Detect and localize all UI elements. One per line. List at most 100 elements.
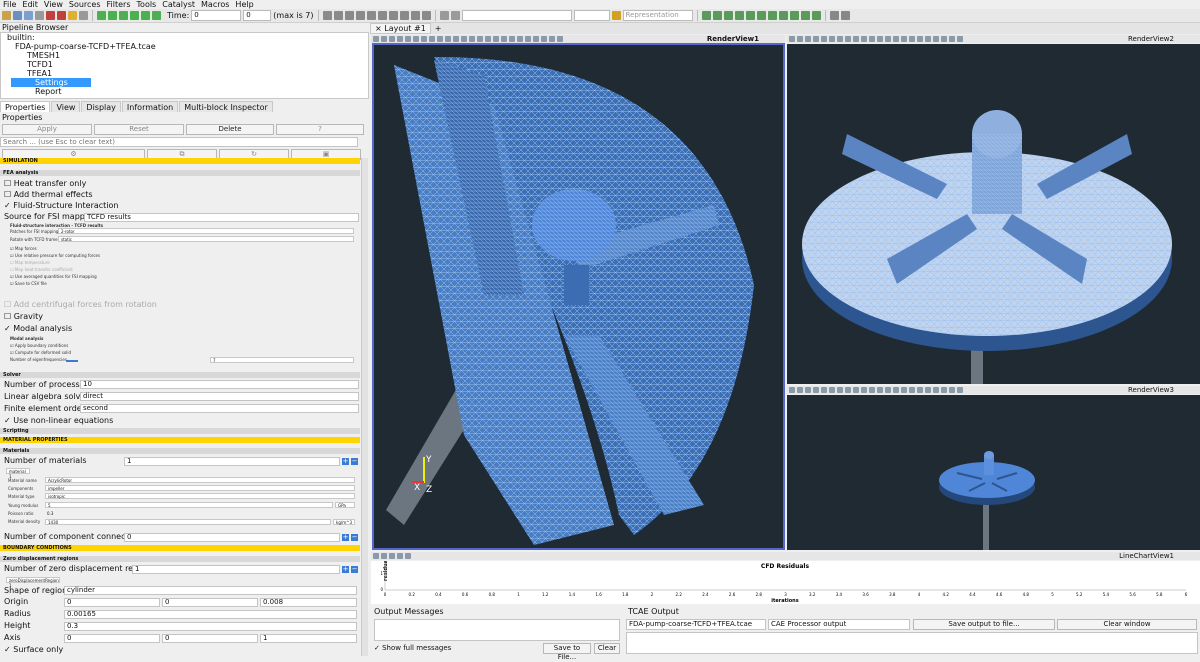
- rel-pressure-checkbox[interactable]: ☑ Use relative pressure for computing fo…: [0, 252, 360, 259]
- rotate-ccw-icon[interactable]: [388, 11, 398, 20]
- linechart-view[interactable]: CFD Residuals iterations residuals 0 0.2 0…: [371, 555, 1200, 604]
- section-simulation[interactable]: SIMULATION: [0, 158, 360, 164]
- save-output-button[interactable]: Save output to file...: [913, 619, 1055, 630]
- density-input[interactable]: 1430: [45, 519, 331, 525]
- tcae-file-select[interactable]: FDA-pump-coarse-TCFD+TFEA.tcae: [626, 619, 766, 630]
- group-scripting[interactable]: Scripting: [0, 428, 360, 434]
- eigen-slider[interactable]: [66, 360, 78, 362]
- map-forces-checkbox[interactable]: ☑ Map forces: [0, 245, 360, 252]
- group-zero-disp[interactable]: Zero displacement regions: [0, 556, 360, 562]
- origin-x-input[interactable]: 0: [64, 598, 160, 607]
- menu-tools[interactable]: Tools: [134, 0, 160, 9]
- reset-button[interactable]: Reset: [94, 124, 184, 135]
- clip-icon[interactable]: [723, 11, 733, 20]
- tab-multiblock[interactable]: Multi-block Inspector: [179, 101, 273, 112]
- save-to-file-button[interactable]: Save to File...: [543, 643, 591, 661]
- origin-z-input[interactable]: 0.008: [260, 598, 357, 607]
- tcae-output-area[interactable]: [626, 632, 1198, 654]
- tree-item-tmesh[interactable]: TMESH1: [27, 51, 60, 60]
- tcae-processor-select[interactable]: CAE Processor output: [768, 619, 910, 630]
- color-legend-icon[interactable]: [439, 11, 449, 20]
- extract-level-icon[interactable]: [811, 11, 821, 20]
- view-x-icon[interactable]: [344, 11, 354, 20]
- query-icon[interactable]: [829, 11, 839, 20]
- tree-item-report[interactable]: Report: [35, 87, 62, 96]
- map-temp-checkbox[interactable]: ☐ Map temperature: [0, 259, 360, 266]
- apply-bc-checkbox[interactable]: ☑ Apply boundary conditions: [0, 342, 360, 349]
- fsi-checkbox[interactable]: ✓ Fluid-Structure Interaction: [0, 201, 360, 211]
- orientation-icon[interactable]: [421, 11, 431, 20]
- layout-tab[interactable]: × Layout #1: [370, 23, 431, 34]
- properties-scrollbar[interactable]: [361, 158, 368, 656]
- remove-connection-button[interactable]: −: [351, 534, 358, 541]
- avg-checkbox[interactable]: ☑ Use averaged quantities for FSI mappin…: [0, 273, 360, 280]
- add-material-button[interactable]: +: [342, 458, 349, 465]
- axis-x-input[interactable]: 0: [64, 634, 160, 643]
- map-htc-checkbox[interactable]: ☐ Map heat transfer coefficient: [0, 266, 360, 273]
- apply-button[interactable]: Apply: [2, 124, 92, 135]
- axis-z-input[interactable]: 1: [260, 634, 357, 643]
- comp-input[interactable]: impeller: [45, 485, 355, 491]
- component-select[interactable]: [573, 10, 610, 21]
- remove-region-button[interactable]: −: [351, 566, 358, 573]
- tree-item-tfea[interactable]: TFEA1: [27, 69, 52, 78]
- output-messages-area[interactable]: [374, 619, 620, 641]
- zoom-data-icon[interactable]: [333, 11, 343, 20]
- first-frame-icon[interactable]: [97, 11, 106, 20]
- ncomp-input[interactable]: 0: [124, 533, 340, 542]
- menu-edit[interactable]: Edit: [19, 0, 41, 9]
- section-material[interactable]: MATERIAL PROPERTIES: [0, 437, 360, 443]
- menu-view[interactable]: View: [41, 0, 66, 9]
- redo-icon[interactable]: [57, 11, 66, 20]
- density-unit[interactable]: kg/m^3: [333, 519, 355, 525]
- properties-search-input[interactable]: [0, 137, 358, 147]
- source-select[interactable]: TCFD results: [84, 213, 359, 222]
- group-materials[interactable]: Materials: [0, 448, 360, 454]
- tab-properties[interactable]: Properties: [0, 101, 51, 112]
- gravity-checkbox[interactable]: ☐ Gravity: [0, 312, 360, 322]
- csv-checkbox[interactable]: ☑ Save to CSV file: [0, 280, 360, 287]
- coloring-select[interactable]: [461, 10, 572, 21]
- nonlinear-checkbox[interactable]: ✓ Use non-linear equations: [0, 416, 360, 426]
- height-input[interactable]: 0.3: [64, 622, 357, 631]
- deformed-checkbox[interactable]: ☑ Compute for deformed solid: [0, 349, 360, 356]
- clear-button[interactable]: Clear: [594, 643, 620, 654]
- origin-y-input[interactable]: 0: [162, 598, 258, 607]
- tree-item-tcae[interactable]: FDA-pump-coarse-TCFD+TFEA.tcae: [15, 42, 156, 51]
- nzero-input[interactable]: 1: [132, 565, 340, 574]
- stream-icon[interactable]: [778, 11, 788, 20]
- last-frame-icon[interactable]: [141, 11, 150, 20]
- loop-icon[interactable]: [152, 11, 161, 20]
- rotate-icon[interactable]: [377, 11, 387, 20]
- camera-icon[interactable]: [68, 11, 77, 20]
- pick-center-icon[interactable]: [410, 11, 420, 20]
- order-select[interactable]: second: [80, 404, 359, 413]
- tab-information[interactable]: Information: [121, 101, 179, 112]
- threshold-icon[interactable]: [745, 11, 755, 20]
- remove-material-button[interactable]: −: [351, 458, 358, 465]
- young-unit[interactable]: GPa: [335, 502, 355, 508]
- find-icon[interactable]: [840, 11, 850, 20]
- rotate-select[interactable]: static: [58, 236, 354, 242]
- view-z-icon[interactable]: [366, 11, 376, 20]
- center-icon[interactable]: [399, 11, 409, 20]
- patches-select[interactable]: 2-rotor: [58, 228, 354, 234]
- help-button[interactable]: ?: [276, 124, 364, 135]
- radius-input[interactable]: 0.00165: [64, 610, 357, 619]
- play-icon[interactable]: [119, 11, 128, 20]
- contour-icon[interactable]: [712, 11, 722, 20]
- save-state-icon[interactable]: [24, 11, 33, 20]
- extract-icon[interactable]: [756, 11, 766, 20]
- nproc-input[interactable]: 10: [80, 380, 359, 389]
- menu-catalyst[interactable]: Catalyst: [159, 0, 198, 9]
- section-bc[interactable]: BOUNDARY CONDITIONS: [0, 545, 360, 551]
- slice-icon[interactable]: [734, 11, 744, 20]
- axis-y-input[interactable]: 0: [162, 634, 258, 643]
- glyph-icon[interactable]: [767, 11, 777, 20]
- representation-select[interactable]: Representation: [622, 10, 693, 21]
- zero-region-tab[interactable]: zeroDisplacementRegion 1: [6, 577, 60, 588]
- edit-icon[interactable]: [611, 11, 621, 20]
- tree-item-tcfd[interactable]: TCFD1: [27, 60, 53, 69]
- group-solver[interactable]: Solver: [0, 372, 360, 378]
- menu-sources[interactable]: Sources: [66, 0, 104, 9]
